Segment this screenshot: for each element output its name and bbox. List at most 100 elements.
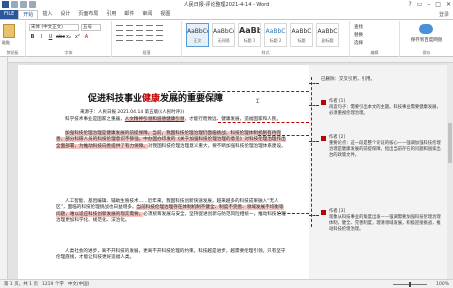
strikethrough-button[interactable]: abc [56, 34, 65, 40]
paragraph-3[interactable]: 人工智能、基因编辑、辅助生殖技术……近年来，我国科技创新快速发展，越来越多的科技… [56, 199, 288, 224]
justify-icon[interactable] [146, 35, 153, 41]
align-right-icon[interactable] [136, 35, 143, 41]
comment-author-icon [321, 99, 326, 105]
find-button[interactable]: 查找 [354, 24, 363, 30]
style-heading-1[interactable]: AaBb 标题 1 [238, 23, 261, 47]
comment-connector-pane-1 [309, 105, 319, 106]
paste-button[interactable]: 粘贴 [2, 40, 10, 46]
ribbon: 粘贴 剪贴板 宋体 (中文正文) 五号 B I U abc x₂ x² A 字体 [0, 19, 453, 57]
scroll-thumb[interactable] [448, 123, 452, 163]
align-center-icon[interactable] [126, 35, 133, 41]
word-count[interactable]: 1219 个字 [42, 281, 64, 287]
replace-button[interactable]: 替换 [354, 32, 363, 38]
document-page[interactable]: 促进科技事业健康发展的重要保障 Ɪ 来源于：人民日报 2021.04.14 第五… [18, 65, 309, 279]
line-spacing-icon[interactable] [156, 35, 163, 41]
tab-design[interactable]: 设计 [56, 10, 74, 19]
tab-review[interactable]: 审阅 [138, 10, 156, 19]
close-button[interactable]: ✕ [446, 1, 451, 8]
comment-2[interactable]: 作者 [2] 重要论点：这一段是整个论证的核心——强调加强科技伦理治理是健康发展… [321, 135, 443, 159]
document-workspace: 促进科技事业健康发展的重要保障 Ɪ 来源于：人民日报 2021.04.14 第五… [0, 57, 453, 279]
tab-home[interactable]: 开始 [18, 9, 39, 20]
horizontal-ruler [8, 57, 453, 63]
comment-connector-pane-3 [309, 215, 319, 216]
style-heading-2[interactable]: AaBbC 标题 2 [264, 23, 287, 47]
comment-author-icon [321, 209, 326, 215]
maximize-button[interactable]: □ [435, 1, 441, 8]
style-normal[interactable]: AaBbCcDc 正文 [186, 23, 209, 47]
help-button[interactable]: ? [408, 1, 411, 8]
styles-group-label: 样式 [261, 50, 270, 55]
font-name-select[interactable]: 宋体 (中文正文) [29, 24, 79, 31]
numbering-icon[interactable] [126, 25, 133, 31]
title-bar: 人民日报-评论整理2021-4-14 - Word ? ▭ – □ ✕ [0, 0, 453, 10]
align-left-icon[interactable] [116, 35, 123, 41]
comment-3[interactable]: 作者 [3] 现象从科技事业的角度出发——强调需要加强科技伦理治理体制，健全、完… [321, 209, 443, 233]
superscript-button[interactable]: x² [74, 34, 81, 40]
comment-connector-pane-2 [309, 141, 319, 142]
sign-in-link[interactable]: 登录 [439, 11, 453, 18]
italic-button[interactable]: I [38, 34, 45, 40]
decrease-indent-icon[interactable] [146, 25, 153, 31]
multilevel-list-icon[interactable] [136, 25, 143, 31]
bullets-icon[interactable] [116, 25, 123, 31]
page-count[interactable]: 第 1 页，共 1 页 [4, 281, 38, 287]
zoom-slider-thumb[interactable] [409, 281, 412, 287]
tab-view[interactable]: 视图 [156, 10, 174, 19]
comment-pane: 已删除：交叉引用，引用。 作者 [1] 再造句子：需要引出本文的主题。科技事业需… [309, 65, 447, 279]
tab-insert[interactable]: 插入 [38, 10, 56, 19]
window-title: 人民日报-评论整理2021-4-14 - Word [183, 2, 270, 8]
comment-connector-2 [258, 135, 309, 136]
clipboard-group: 粘贴 剪贴板 [0, 21, 26, 57]
font-color-button[interactable]: A [83, 34, 90, 40]
ribbon-display-button[interactable]: ▭ [417, 1, 423, 8]
highlight-1: 人文精神引领和道德健康引领 [124, 117, 185, 122]
tab-references[interactable]: 引用 [102, 10, 120, 19]
subscript-button[interactable]: x₂ [65, 34, 72, 40]
tab-mailings[interactable]: 邮件 [120, 10, 138, 19]
save-cloud-group: 保存到百度网盘 保存 [400, 21, 453, 57]
paragraph-group-label: 段落 [142, 50, 151, 55]
paragraph-2[interactable]: 加强科技伦理治理是健康发展的前提保障。当前，我国科技伦理治理仍面临挑战，科技伦理… [56, 131, 288, 150]
comment-author-icon [321, 135, 326, 141]
zoom-controls: 100% [389, 281, 449, 287]
comment-1[interactable]: 作者 [1] 再造句子：需要引出本文的主题。科技事业需要健康发展，必须重视伦理治… [321, 99, 443, 117]
save-to-cloud-button[interactable]: 保存到百度网盘 [402, 37, 451, 43]
paragraph-group: 段落 [112, 21, 182, 57]
underline-button[interactable]: U [47, 34, 54, 40]
zoom-level[interactable]: 100% [436, 282, 449, 287]
paragraph-4[interactable]: 人类社会的进步，离不开科技的发展，更离不开科技伦理的约束。科技越是进步，越需要伦… [56, 249, 288, 262]
change-note[interactable]: 已删除：交叉引用，引用。 [321, 76, 375, 82]
bold-button[interactable]: B [29, 34, 36, 40]
zoom-slider[interactable] [393, 281, 428, 287]
cloud-save-icon[interactable] [419, 24, 433, 34]
editing-group: 查找 替换 选择 编辑 [350, 21, 400, 57]
paragraph-row-1 [116, 25, 163, 31]
comment-connector-0 [168, 91, 309, 92]
comment-connector-3 [278, 213, 309, 214]
status-bar: 第 1 页，共 1 页 1219 个字 中文(中国) 100% [0, 279, 453, 288]
style-subtitle[interactable]: AaBbC 副标题 [316, 23, 339, 47]
font-group: 宋体 (中文正文) 五号 B I U abc x₂ x² A 字体 [26, 21, 112, 57]
vertical-ruler [0, 57, 8, 279]
style-no-spacing[interactable]: AaBbCcDc 无间隔 [212, 23, 235, 47]
font-group-label: 字体 [64, 50, 73, 55]
save-group-label: 保存 [422, 50, 431, 55]
paste-icon[interactable] [3, 24, 15, 38]
comment-connector-pane-0 [309, 83, 319, 84]
tab-file[interactable]: FILE [0, 10, 19, 19]
style-title[interactable]: AaBbC 标题 [290, 23, 313, 47]
language-indicator[interactable]: 中文(中国) [68, 281, 90, 287]
increase-indent-icon[interactable] [156, 25, 163, 31]
comment-connector-1 [218, 122, 309, 123]
select-button[interactable]: 选择 [354, 40, 363, 46]
document-title[interactable]: 促进科技事业健康发展的重要保障 [88, 91, 223, 104]
document-byline[interactable]: 来源于：人民日报 2021.04.14 第五版(《人民时评》) [80, 109, 184, 115]
styles-group: AaBbCcDc 正文 AaBbCcDc 无间隔 AaBb 标题 1 AaBbC… [182, 21, 350, 57]
ribbon-tabs: FILE 开始 插入 设计 页面布局 引用 邮件 审阅 视图 登录 [0, 9, 453, 20]
tab-layout[interactable]: 页面布局 [74, 10, 102, 19]
window-controls: ? ▭ – □ ✕ [408, 1, 451, 8]
paragraph-row-2 [116, 35, 163, 41]
minimize-button[interactable]: – [427, 1, 430, 8]
vertical-scrollbar[interactable] [447, 63, 453, 279]
font-size-select[interactable]: 五号 [81, 24, 101, 31]
